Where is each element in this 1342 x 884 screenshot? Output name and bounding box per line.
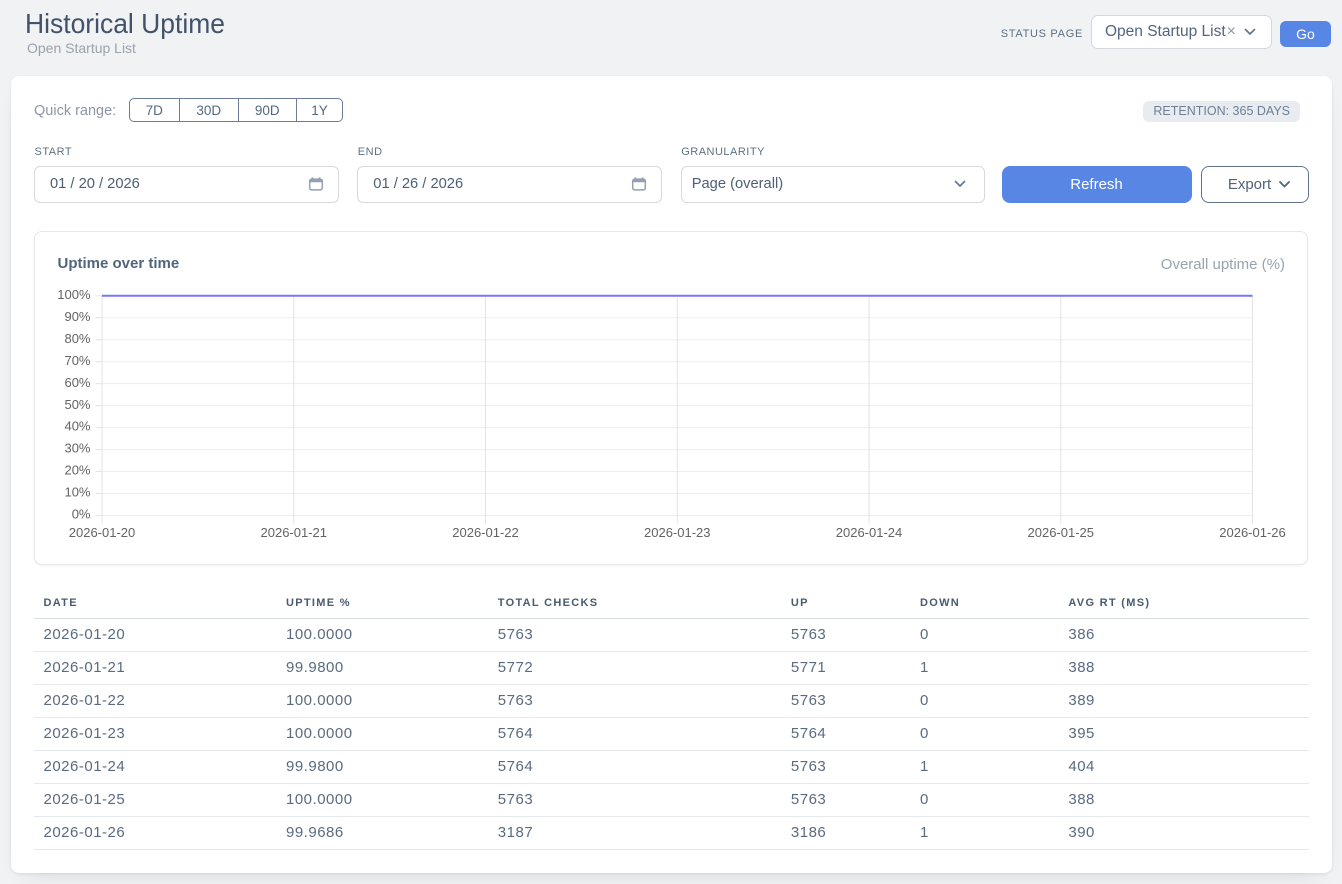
svg-text:20%: 20% xyxy=(64,463,90,478)
svg-text:100%: 100% xyxy=(57,287,91,302)
svg-text:50%: 50% xyxy=(64,397,90,412)
svg-text:60%: 60% xyxy=(64,375,90,390)
svg-text:0%: 0% xyxy=(72,507,91,522)
svg-text:2026-01-25: 2026-01-25 xyxy=(1028,525,1095,540)
svg-text:2026-01-23: 2026-01-23 xyxy=(644,525,711,540)
svg-text:30%: 30% xyxy=(64,441,90,456)
svg-text:2026-01-22: 2026-01-22 xyxy=(452,525,519,540)
svg-text:2026-01-20: 2026-01-20 xyxy=(69,525,136,540)
svg-text:40%: 40% xyxy=(64,419,90,434)
svg-text:2026-01-26: 2026-01-26 xyxy=(1219,525,1286,540)
svg-text:2026-01-21: 2026-01-21 xyxy=(261,525,328,540)
svg-text:70%: 70% xyxy=(64,353,90,368)
svg-text:2026-01-24: 2026-01-24 xyxy=(836,525,903,540)
svg-text:80%: 80% xyxy=(64,331,90,346)
svg-text:90%: 90% xyxy=(64,309,90,324)
svg-text:10%: 10% xyxy=(64,485,90,500)
